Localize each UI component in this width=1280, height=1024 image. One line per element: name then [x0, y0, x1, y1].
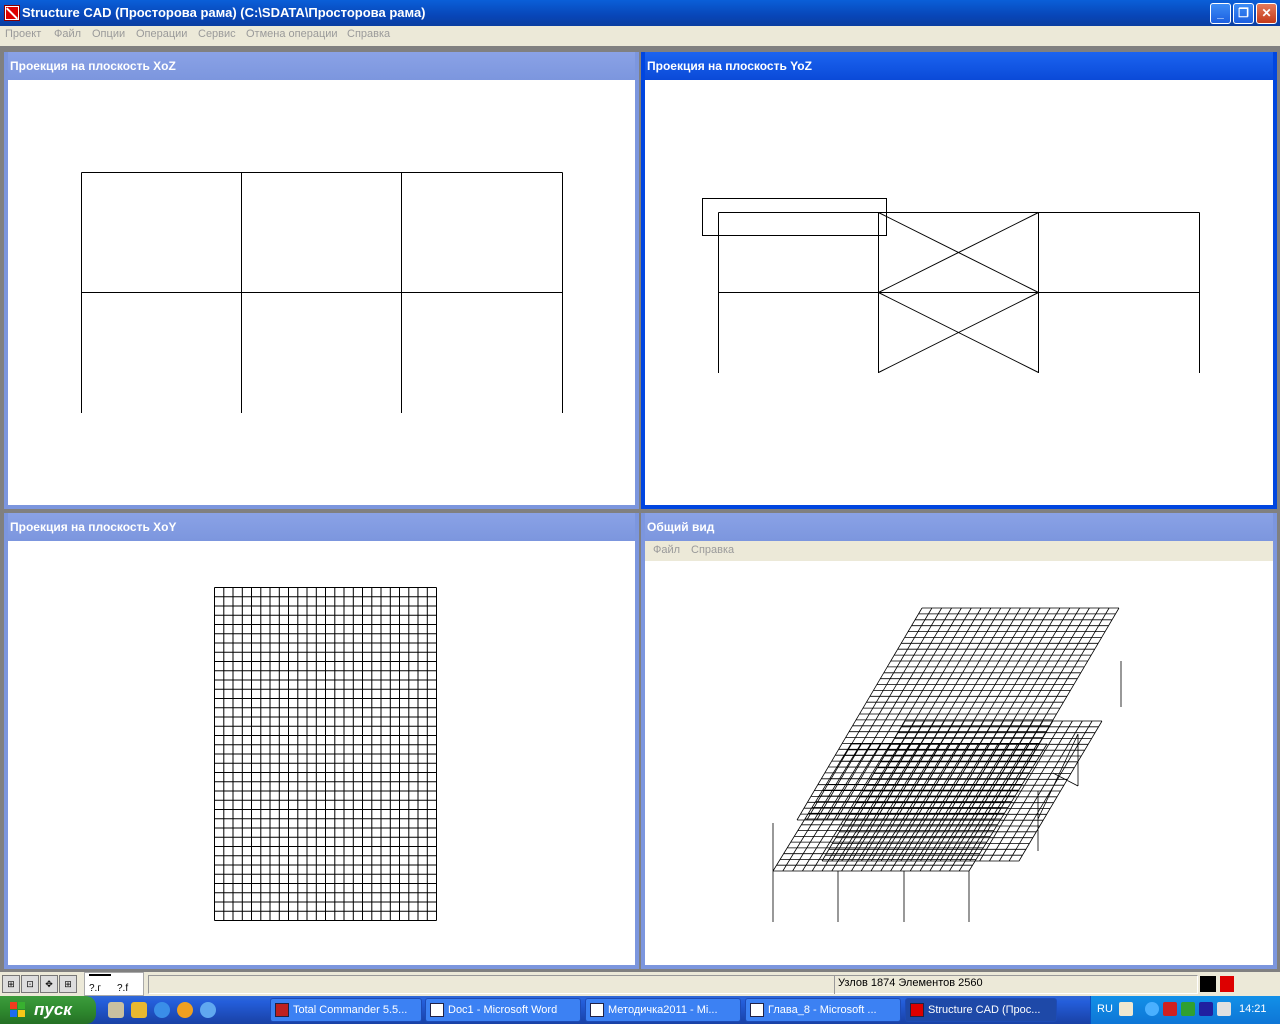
menu-operations[interactable]: Операции [136, 28, 187, 40]
xoz-canvas[interactable] [8, 80, 635, 505]
total-commander-icon [275, 1003, 289, 1017]
help-icon[interactable]: ?.г [89, 983, 101, 994]
general-view-window[interactable]: Общий вид Файл Справка [641, 513, 1277, 969]
window-title: Structure CAD (Просторова рама) (C:\SDAT… [22, 5, 426, 20]
xoz-title: Проекция на плоскость XoZ [8, 52, 635, 80]
menu-help[interactable]: Справка [347, 28, 390, 40]
clock: 14:21 [1239, 1003, 1267, 1015]
fit-icon[interactable]: ⊞ [2, 975, 20, 993]
status-text: Узлов 1874 Элементов 2560 [838, 977, 983, 989]
select-icon[interactable]: ⊞ [59, 975, 77, 993]
menu-project[interactable]: Проект [5, 28, 41, 40]
yoz-window[interactable]: Проекция на плоскость YoZ [641, 52, 1277, 509]
desktop-icon[interactable] [108, 1002, 124, 1018]
network-icon[interactable] [1199, 1002, 1213, 1016]
taskbar-label: Structure CAD (Прос... [928, 1004, 1041, 1016]
volume-icon[interactable] [1217, 1002, 1231, 1016]
app-icon[interactable] [4, 5, 20, 21]
chevron-left-icon[interactable] [1145, 1002, 1159, 1016]
taskbar-button-total-commander[interactable]: Total Commander 5.5... [270, 998, 422, 1022]
minimize-button[interactable]: _ [1210, 3, 1231, 24]
taskbar-button-doc1[interactable]: Doc1 - Microsoft Word [425, 998, 581, 1022]
move-icon[interactable]: ✥ [40, 975, 58, 993]
start-label: пуск [34, 1000, 72, 1019]
browser-icon[interactable] [200, 1002, 216, 1018]
taskbar-label: Методичка2011 - Mi... [608, 1004, 718, 1016]
status-row: ⊞ ⊡ ✥ ⊞ ?.г ?.f Узлов 1874 Элементов 256… [0, 972, 1280, 996]
help-tabs[interactable]: ?.г ?.f [84, 972, 144, 996]
yoz-canvas[interactable] [645, 80, 1273, 505]
language-indicator[interactable]: RU [1097, 1003, 1113, 1015]
cube-icon [1220, 976, 1234, 992]
plan-grid [214, 587, 437, 921]
status-panel [148, 975, 1198, 994]
status-divider [834, 975, 835, 994]
taskbar-label: Total Commander 5.5... [293, 1004, 408, 1016]
taskbar: пуск Total Commander 5.5... Doc1 - Micro… [0, 996, 1280, 1024]
windows-flag-icon [10, 1002, 25, 1017]
xoy-canvas[interactable] [8, 541, 635, 965]
general-menu-file[interactable]: Файл [653, 544, 680, 556]
word-icon [430, 1003, 444, 1017]
antivirus-icon[interactable] [1163, 1002, 1177, 1016]
general-view-canvas[interactable] [645, 561, 1273, 965]
taskbar-label: Глава_8 - Microsoft ... [768, 1004, 877, 1016]
menu-options[interactable]: Опции [92, 28, 125, 40]
close-button[interactable]: ✕ [1256, 3, 1277, 24]
structure-cad-icon [910, 1003, 924, 1017]
start-button[interactable]: пуск [0, 996, 96, 1024]
general-menu-help[interactable]: Справка [691, 544, 734, 556]
xoz-window[interactable]: Проекция на плоскость XoZ [4, 52, 639, 509]
restore-button[interactable]: ❐ [1233, 3, 1254, 24]
yoz-title: Проекция на плоскость YoZ [645, 52, 1273, 80]
media-player-icon[interactable] [177, 1002, 193, 1018]
usb-icon[interactable] [1181, 1002, 1195, 1016]
window-title-bar: Structure CAD (Просторова рама) (C:\SDAT… [0, 0, 1280, 26]
general-view-title: Общий вид [645, 513, 1273, 541]
xoy-window[interactable]: Проекция на плоскость XoY [4, 513, 639, 969]
ie-icon[interactable] [154, 1002, 170, 1018]
taskbar-button-glava8[interactable]: Глава_8 - Microsoft ... [745, 998, 901, 1022]
word-icon [750, 1003, 764, 1017]
taskbar-button-metodichka[interactable]: Методичка2011 - Mi... [585, 998, 741, 1022]
total-commander-quick-icon[interactable] [131, 1002, 147, 1018]
scad-logo-icon [1200, 976, 1216, 992]
help-tray-icon[interactable] [1119, 1002, 1133, 1016]
menu-undo[interactable]: Отмена операции [246, 28, 338, 40]
menu-bar: Проект Файл Опции Операции Сервис Отмена… [0, 26, 1280, 46]
word-icon [590, 1003, 604, 1017]
taskbar-button-structure-cad[interactable]: Structure CAD (Прос... [905, 998, 1057, 1022]
tab-marker [89, 974, 111, 976]
isometric-frame [772, 607, 1122, 922]
zoom-icon[interactable]: ⊡ [21, 975, 39, 993]
xoy-title: Проекция на плоскость XoY [8, 513, 635, 541]
menu-file[interactable]: Файл [54, 28, 81, 40]
system-tray: RU 14:21 [1090, 996, 1280, 1024]
menu-service[interactable]: Сервис [198, 28, 236, 40]
help-context-icon[interactable]: ?.f [117, 983, 128, 994]
general-view-menu-bar: Файл Справка [645, 541, 1273, 561]
taskbar-label: Doc1 - Microsoft Word [448, 1004, 558, 1016]
